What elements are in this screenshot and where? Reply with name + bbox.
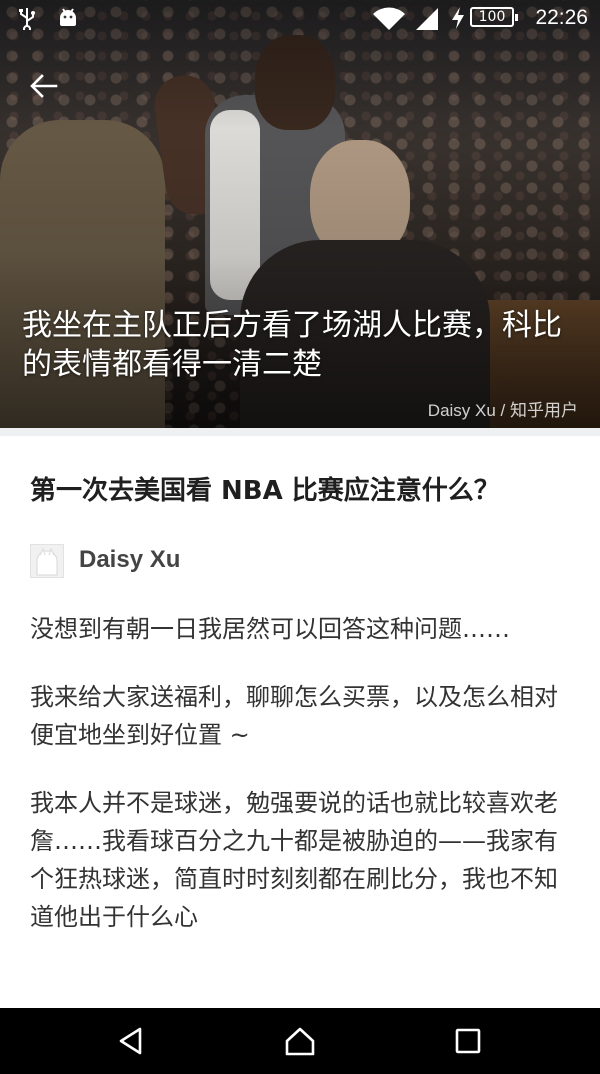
clock: 22:26 — [535, 6, 588, 29]
author-name[interactable]: Daisy Xu — [79, 546, 180, 574]
battery-icon: 100 — [470, 7, 518, 27]
avatar-placeholder-icon — [36, 547, 58, 576]
android-debug-icon — [60, 8, 76, 26]
paragraph: 我来给大家送福利，聊聊怎么买票，以及怎么相对便宜地坐到好位置 ~ — [30, 683, 558, 749]
paragraph: 我本人并不是球迷，勉强要说的话也就比较喜欢老詹……我看球百分之九十都是被胁迫的—… — [30, 789, 558, 931]
back-arrow-icon[interactable] — [28, 70, 60, 102]
avatar[interactable] — [30, 544, 64, 578]
recents-icon[interactable] — [452, 1025, 484, 1057]
answer-body: 没想到有朝一日我居然可以回答这种问题…… 我来给大家送福利，聊聊怎么买票，以及怎… — [30, 610, 570, 966]
section-divider — [0, 428, 600, 436]
navigation-bar — [0, 1008, 600, 1074]
status-bar: 100 22:26 — [0, 0, 600, 36]
hero-image[interactable]: 我坐在主队正后方看了场湖人比赛，科比的表情都看得一清二楚 Daisy Xu / … — [0, 0, 600, 428]
signal-icon — [416, 8, 438, 30]
image-credit: Daisy Xu / 知乎用户 — [427, 401, 578, 420]
home-icon[interactable] — [284, 1025, 316, 1057]
usb-icon — [19, 8, 35, 30]
charging-icon — [452, 7, 464, 29]
back-triangle-icon[interactable] — [116, 1025, 148, 1057]
paragraph: 没想到有朝一日我居然可以回答这种问题…… — [30, 615, 510, 643]
wifi-icon — [373, 7, 405, 30]
hero-title: 我坐在主队正后方看了场湖人比赛，科比的表情都看得一清二楚 — [22, 308, 562, 382]
question-title[interactable]: 第一次去美国看 NBA 比赛应注意什么？ — [30, 470, 575, 507]
